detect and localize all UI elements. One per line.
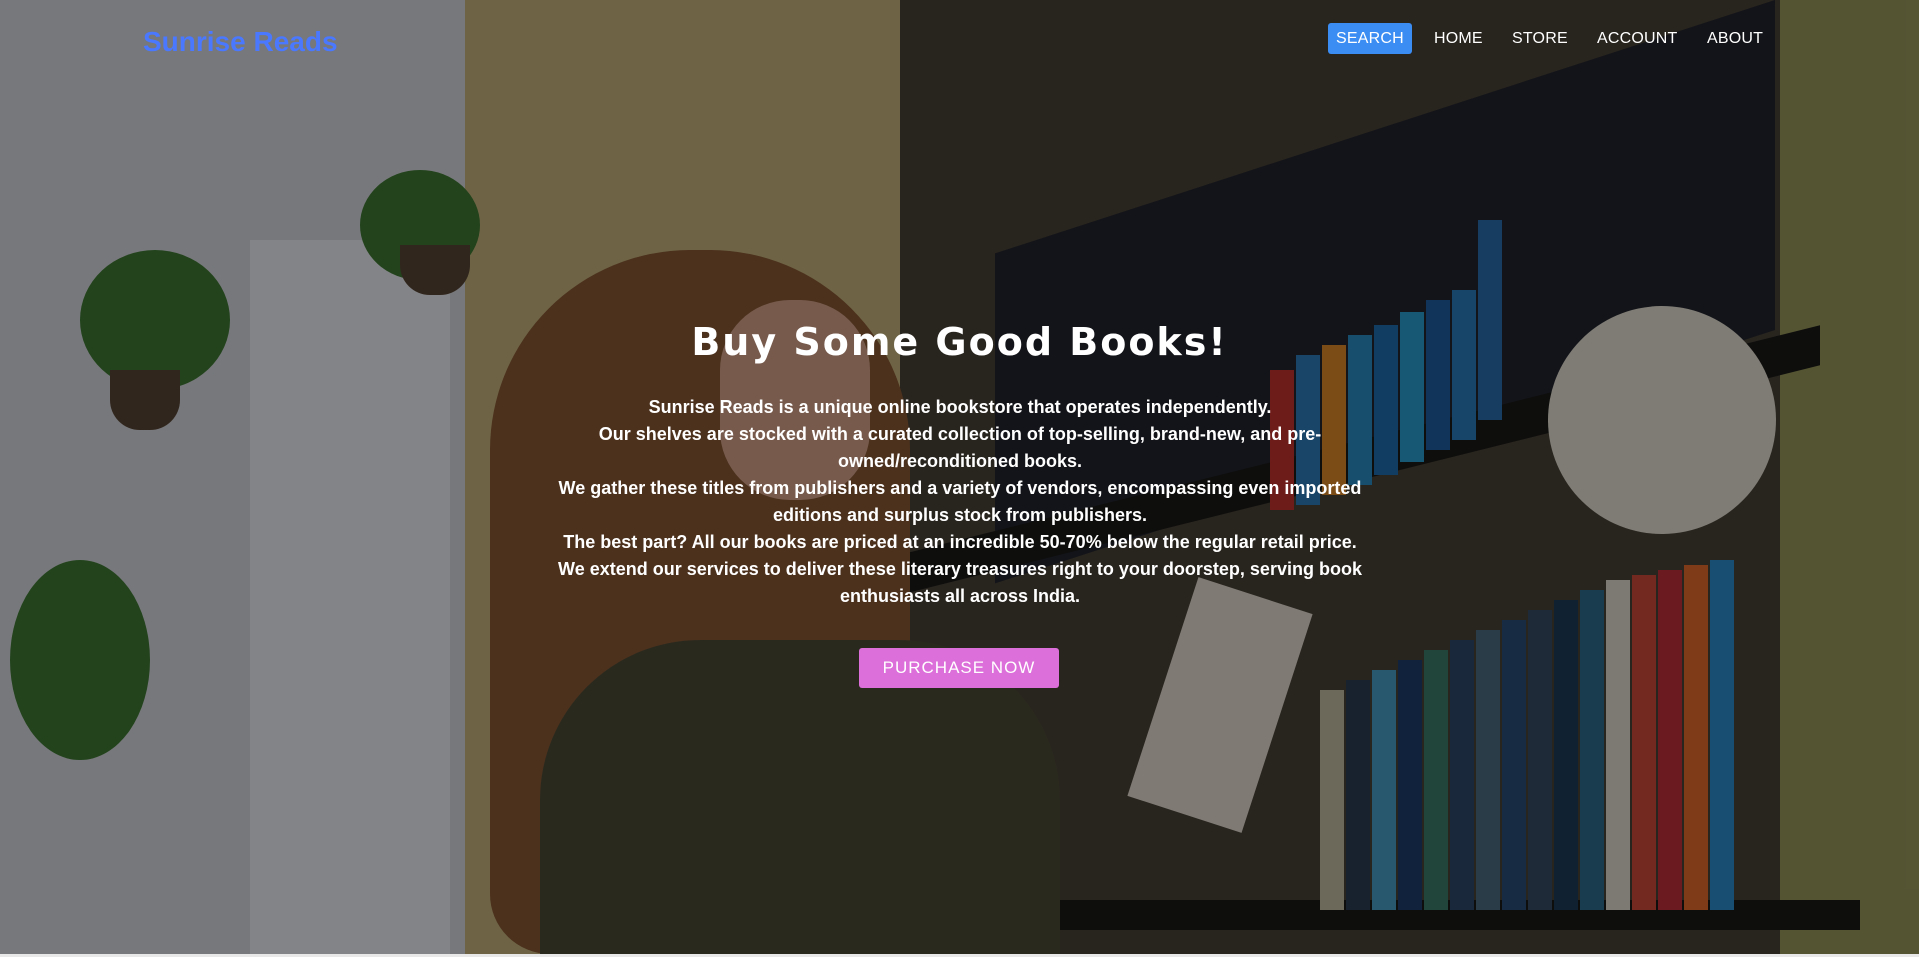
nav-store[interactable]: STORE <box>1512 23 1568 54</box>
hero-paragraph: Our shelves are stocked with a curated c… <box>598 424 1322 471</box>
nav-account[interactable]: ACCOUNT <box>1597 23 1678 54</box>
hero-paragraph: Sunrise Reads is a unique online booksto… <box>648 397 1272 417</box>
hero-description: Sunrise Reads is a unique online booksto… <box>550 394 1370 610</box>
main-nav: SEARCH HOME STORE ACCOUNT ABOUT <box>0 23 1919 55</box>
nav-home[interactable]: HOME <box>1434 23 1483 54</box>
nav-search[interactable]: SEARCH <box>1328 23 1412 54</box>
nav-about[interactable]: ABOUT <box>1707 23 1763 54</box>
purchase-now-button[interactable]: PURCHASE NOW <box>859 648 1059 688</box>
hero-paragraph: The best part? All our books are priced … <box>563 532 1357 552</box>
hero-title: Buy Some Good Books! <box>691 320 1228 364</box>
hero-paragraph: We gather these titles from publishers a… <box>558 478 1362 525</box>
hero-paragraph: We extend our services to deliver these … <box>558 559 1362 606</box>
